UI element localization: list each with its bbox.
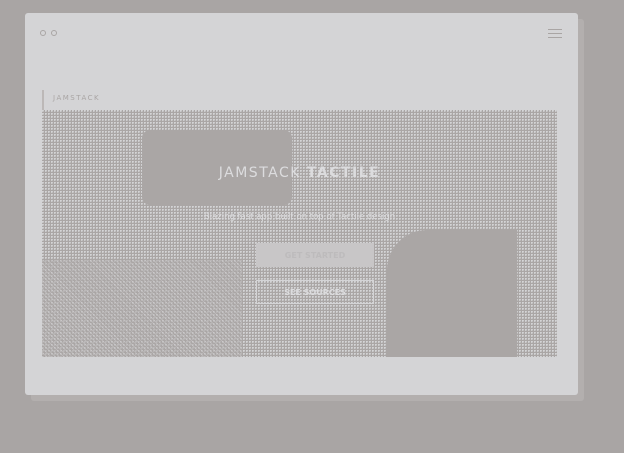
hero-image-shadow [387,230,517,357]
window-dot-icon[interactable] [40,30,46,36]
window-controls [40,30,57,36]
get-started-button[interactable]: GET STARTED [256,243,374,267]
hero-section: JAMSTACK TACTILE Blazing fast app built … [42,110,557,357]
hero-subtitle: Blazing fast app built on top of Tactile… [203,212,396,222]
window-dot-icon[interactable] [51,30,57,36]
hero-title: JAMSTACK TACTILE [218,165,381,181]
see-sources-button[interactable]: SEE SOURCES [256,280,374,304]
hero-image-table [42,260,242,357]
hamburger-menu-icon[interactable] [548,29,562,41]
browser-window: JAMSTACK JAMSTACK TACTILE Blazing fast a… [25,13,578,395]
brand-logo[interactable]: JAMSTACK [53,94,100,102]
